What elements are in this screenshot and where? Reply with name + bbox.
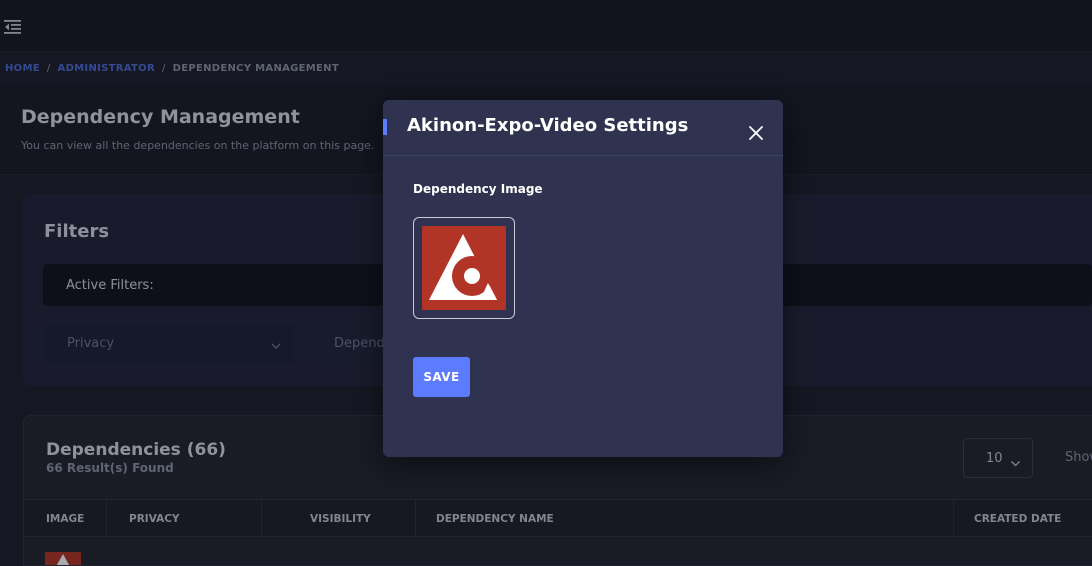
save-button[interactable]: SAVE [413,357,470,397]
settings-modal: Akinon-Expo-Video Settings Dependency Im… [383,100,783,457]
modal-header: Akinon-Expo-Video Settings [383,100,783,156]
akinon-logo [422,226,506,310]
dependency-image-label: Dependency Image [413,182,543,196]
modal-title: Akinon-Expo-Video Settings [407,115,689,136]
dependency-image-preview[interactable] [413,217,515,319]
close-icon[interactable] [747,124,765,142]
modal-accent-bar [383,119,387,135]
